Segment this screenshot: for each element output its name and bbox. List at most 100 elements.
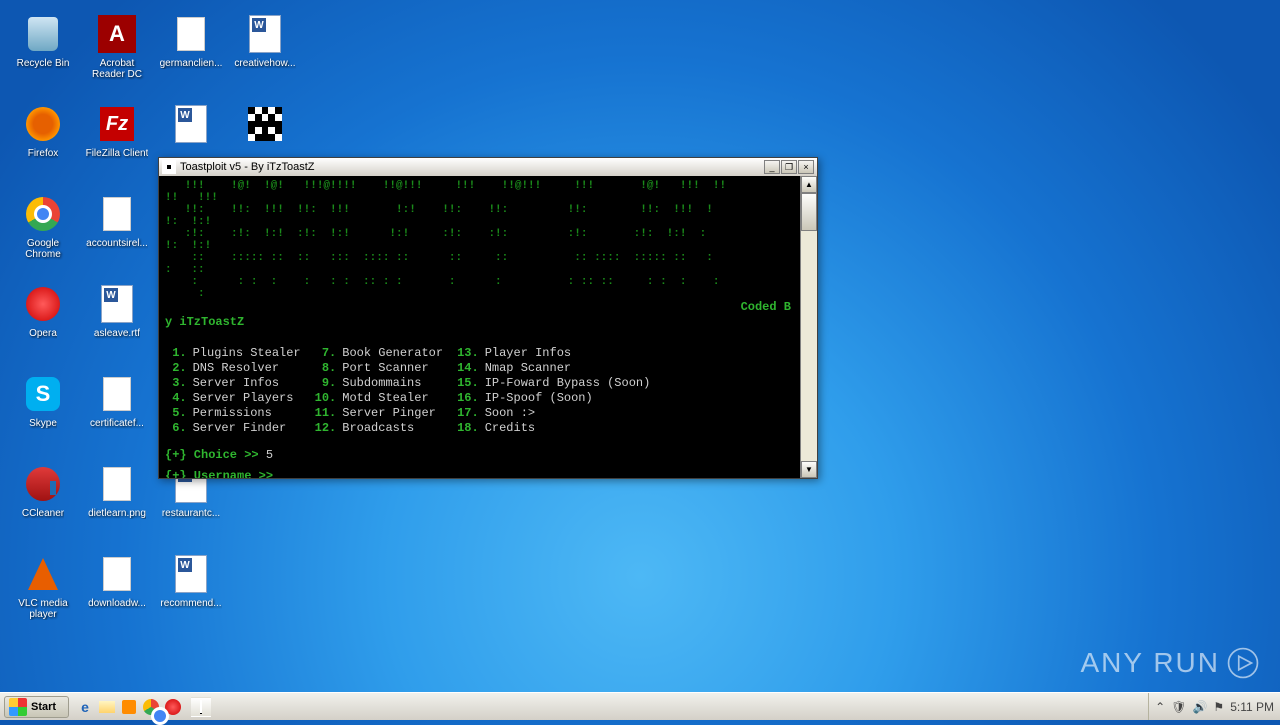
ql-ie[interactable]: e (75, 697, 95, 717)
menu-item: 16. IP-Spoof (Soon) (457, 391, 650, 406)
menu-num: 12. (315, 421, 337, 436)
menu-item: 17.Soon :> (457, 406, 650, 421)
clock[interactable]: 5:11 PM (1230, 700, 1274, 714)
icon-recommend[interactable]: recommend... (154, 550, 228, 640)
invader-icon (245, 104, 285, 144)
menu-item: 18. Credits (457, 421, 650, 436)
label: FileZilla Client (86, 148, 149, 159)
console-window: Toastploit v5 - By iTzToastZ _ ❐ × !!! !… (158, 157, 818, 479)
menu-num: 11. (315, 406, 337, 421)
word-icon (245, 14, 285, 54)
label: downloadw... (88, 598, 146, 609)
menu-text: Book Generator (342, 346, 443, 361)
ascii-art: !!! !@! !@! !!!@!!!! !!@!!! !!! !!@!!! !… (165, 180, 811, 300)
icon-opera[interactable]: Opera (6, 280, 80, 370)
menu-item: 11.Server Pinger (315, 406, 443, 421)
icon-creativehow[interactable]: creativehow... (228, 10, 302, 100)
label: CCleaner (22, 508, 64, 519)
app-icon (162, 160, 176, 174)
menu-text: Server Finder (193, 421, 287, 436)
label: germanclien... (160, 58, 223, 69)
menu-text: Player Infos (485, 346, 571, 361)
menu-num: 13. (457, 346, 479, 361)
close-button[interactable]: × (798, 160, 814, 174)
file-icon (97, 554, 137, 594)
icon-skype[interactable]: SSkype (6, 370, 80, 460)
coded-by: Coded B (741, 300, 791, 315)
menu-text: Soon :> (485, 406, 535, 421)
tray-volume-icon[interactable]: 🔊 (1192, 700, 1207, 714)
icon-ccleaner[interactable]: CCleaner (6, 460, 80, 550)
menu-num: 1. (165, 346, 187, 361)
menu-item: 4. Server Players (165, 391, 301, 406)
file-icon (97, 194, 137, 234)
quick-launch: e (75, 697, 211, 717)
icon-vlc[interactable]: VLC media player (6, 550, 80, 640)
menu-text: Credits (485, 421, 535, 436)
icon-asleave[interactable]: asleave.rtf (80, 280, 154, 370)
word-icon (171, 554, 211, 594)
scroll-thumb[interactable] (801, 193, 817, 231)
ql-chrome[interactable] (141, 697, 161, 717)
acrobat-icon: A (97, 14, 137, 54)
label: accountsirel... (86, 238, 148, 249)
menu-num: 16. (457, 391, 479, 406)
menu-text: Nmap Scanner (485, 361, 571, 376)
label: creativehow... (234, 58, 295, 69)
menu-num: 5. (165, 406, 187, 421)
ql-explorer[interactable] (97, 697, 117, 717)
icon-dietlearn[interactable]: dietlearn.png (80, 460, 154, 550)
menu-item: 9.Subdommains (315, 376, 443, 391)
chrome-icon (143, 699, 159, 715)
ql-media[interactable] (119, 697, 139, 717)
menu-text: Permissions (193, 406, 272, 421)
menu-text: DNS Resolver (193, 361, 279, 376)
label: Skype (29, 418, 57, 429)
icon-acrobat[interactable]: A Acrobat Reader DC (80, 10, 154, 100)
menu-num: 6. (165, 421, 187, 436)
icon-accounts[interactable]: accountsirel... (80, 190, 154, 280)
chrome-icon (23, 194, 63, 234)
scroll-up-button[interactable]: ▲ (801, 176, 817, 193)
menu-text: Server Players (193, 391, 294, 406)
username-line: {+} Username >> (165, 469, 811, 478)
maximize-button[interactable]: ❐ (781, 160, 797, 174)
icon-firefox[interactable]: Firefox (6, 100, 80, 190)
vlc-icon (23, 554, 63, 594)
tray-expand-icon[interactable]: ⌃ (1155, 700, 1165, 714)
icon-recycle-bin[interactable]: Recycle Bin (6, 10, 80, 100)
menu-num: 18. (457, 421, 479, 436)
menu-item: 7. Book Generator (315, 346, 443, 361)
icon-germanclien[interactable]: germanclien... (154, 10, 228, 100)
menu-num: 15. (457, 376, 479, 391)
menu-text: IP-Spoof (Soon) (485, 391, 593, 406)
menu-num: 2. (165, 361, 187, 376)
start-label: Start (31, 701, 56, 713)
start-button[interactable]: Start (4, 696, 69, 718)
window-title: Toastploit v5 - By iTzToastZ (180, 161, 315, 173)
ccleaner-icon (23, 464, 63, 504)
menu-text: Server Infos (193, 376, 279, 391)
png-icon (97, 464, 137, 504)
scroll-down-button[interactable]: ▼ (801, 461, 817, 478)
choice-prompt: {+} Choice >> (165, 448, 266, 462)
menu-num: 7. (315, 346, 337, 361)
tray-shield-icon[interactable]: 🛡 (1171, 700, 1186, 714)
menu-item: 2. DNS Resolver (165, 361, 301, 376)
tray-flag-icon[interactable]: ⚑ (1213, 700, 1224, 714)
opera-icon (23, 284, 63, 324)
icon-filezilla[interactable]: FzFileZilla Client (80, 100, 154, 190)
menu-num: 10. (315, 391, 337, 406)
scroll-track[interactable] (801, 193, 817, 461)
windows-logo-icon (9, 698, 27, 716)
task-toastploit[interactable] (191, 697, 211, 717)
menu-num: 4. (165, 391, 187, 406)
titlebar[interactable]: Toastploit v5 - By iTzToastZ _ ❐ × (159, 158, 817, 176)
label: Acrobat Reader DC (82, 58, 152, 80)
console-body[interactable]: !!! !@! !@! !!!@!!!! !!@!!! !!! !!@!!! !… (159, 176, 817, 478)
icon-chrome[interactable]: Google Chrome (6, 190, 80, 280)
icon-certificate[interactable]: certificatef... (80, 370, 154, 460)
icon-downloadw[interactable]: downloadw... (80, 550, 154, 640)
scrollbar[interactable]: ▲ ▼ (800, 176, 817, 478)
minimize-button[interactable]: _ (764, 160, 780, 174)
